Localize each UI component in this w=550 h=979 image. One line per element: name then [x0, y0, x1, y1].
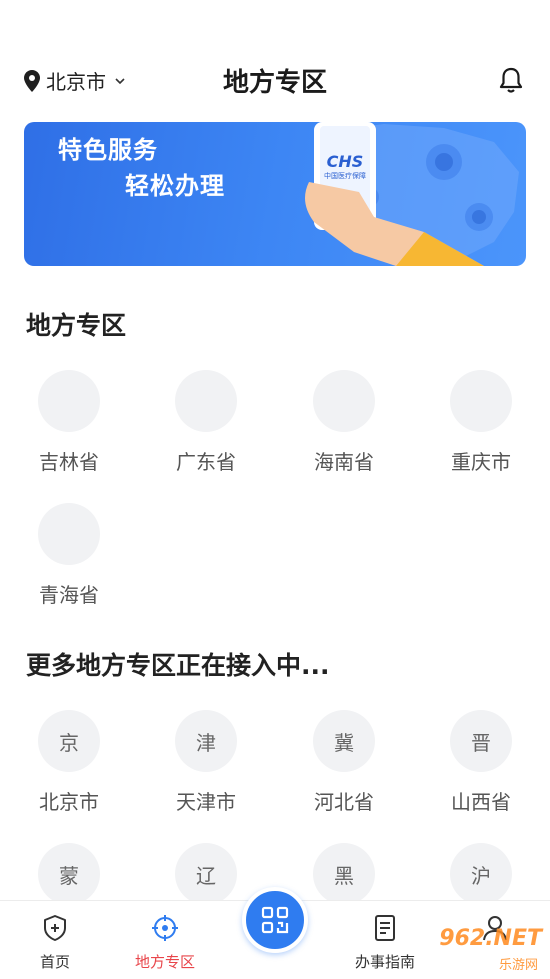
- zone-abbr-icon: 蒙: [38, 843, 100, 905]
- zone-label: 山西省: [451, 790, 511, 814]
- upcoming-zone-item[interactable]: 晋 山西省: [431, 710, 531, 815]
- upcoming-zone-item[interactable]: 辽: [156, 843, 256, 905]
- zone-abbr-icon: 京: [38, 710, 100, 772]
- document-icon: [375, 915, 395, 941]
- tab-local-zone[interactable]: 地方专区: [115, 913, 215, 972]
- zone-abbr-icon: 黑: [313, 843, 375, 905]
- scan-qr-button[interactable]: [242, 887, 308, 953]
- upcoming-zone-item[interactable]: 津 天津市: [156, 710, 256, 815]
- tab-home-label: 首页: [39, 953, 70, 971]
- watermark-logo: 962.NET: [439, 926, 542, 951]
- promo-banner[interactable]: 特色服务 轻松办理 CHS 中国医疗保障: [24, 122, 526, 266]
- banner-line1: 特色服务: [58, 136, 158, 164]
- page-title: 地方专区: [222, 68, 327, 98]
- chs-logo-text: CHS: [326, 152, 364, 171]
- zone-label: 北京市: [39, 790, 99, 814]
- zone-abbr-icon: 辽: [175, 843, 237, 905]
- shield-plus-icon: [44, 915, 66, 941]
- zone-abbr-icon: 晋: [450, 710, 512, 772]
- zone-icon: [38, 370, 100, 432]
- upcoming-zone-item[interactable]: 京 北京市: [19, 710, 119, 815]
- upcoming-zone-item[interactable]: 黑: [294, 843, 394, 905]
- zone-label: 重庆市: [451, 450, 511, 474]
- bell-icon[interactable]: [498, 66, 524, 94]
- local-zone-item[interactable]: 广东省: [156, 370, 256, 475]
- watermark-subtext: 乐游网: [498, 958, 538, 973]
- zone-icon: [175, 370, 237, 432]
- more-section-title: 更多地方专区正在接入中...: [26, 651, 330, 680]
- local-zone-item[interactable]: 青海省: [19, 503, 119, 608]
- tab-local-zone-label: 地方专区: [134, 953, 195, 971]
- chs-logo: CHS 中国医疗保障: [320, 152, 370, 181]
- tab-home[interactable]: 首页: [5, 913, 105, 972]
- target-icon: [152, 915, 178, 941]
- local-section-title: 地方专区: [26, 311, 127, 340]
- local-zone-item[interactable]: 吉林省: [19, 370, 119, 475]
- zone-label: 天津市: [176, 790, 236, 814]
- chs-logo-subtitle: 中国医疗保障: [324, 172, 366, 180]
- top-bar: 北京市 地方专区: [0, 56, 550, 106]
- zone-label: 河北省: [314, 790, 374, 814]
- zone-icon: [450, 370, 512, 432]
- zone-label: 吉林省: [39, 450, 99, 474]
- upcoming-zone-item[interactable]: 蒙: [19, 843, 119, 905]
- upcoming-zone-item[interactable]: 沪: [431, 843, 531, 905]
- tab-guide[interactable]: 办事指南: [335, 913, 435, 972]
- tab-guide-label: 办事指南: [354, 953, 415, 971]
- zone-abbr-icon: 沪: [450, 843, 512, 905]
- zone-icon: [313, 370, 375, 432]
- local-zone-item[interactable]: 海南省: [294, 370, 394, 475]
- qr-scan-icon: [261, 906, 289, 934]
- zone-label: 海南省: [314, 450, 374, 474]
- zone-abbr-icon: 冀: [313, 710, 375, 772]
- zone-abbr-icon: 津: [175, 710, 237, 772]
- zone-icon: [38, 503, 100, 565]
- zone-label: 青海省: [39, 583, 99, 607]
- banner-line2: 轻松办理: [125, 172, 225, 200]
- local-zone-item[interactable]: 重庆市: [431, 370, 531, 475]
- zone-label: 广东省: [176, 450, 236, 474]
- upcoming-zone-item[interactable]: 冀 河北省: [294, 710, 394, 815]
